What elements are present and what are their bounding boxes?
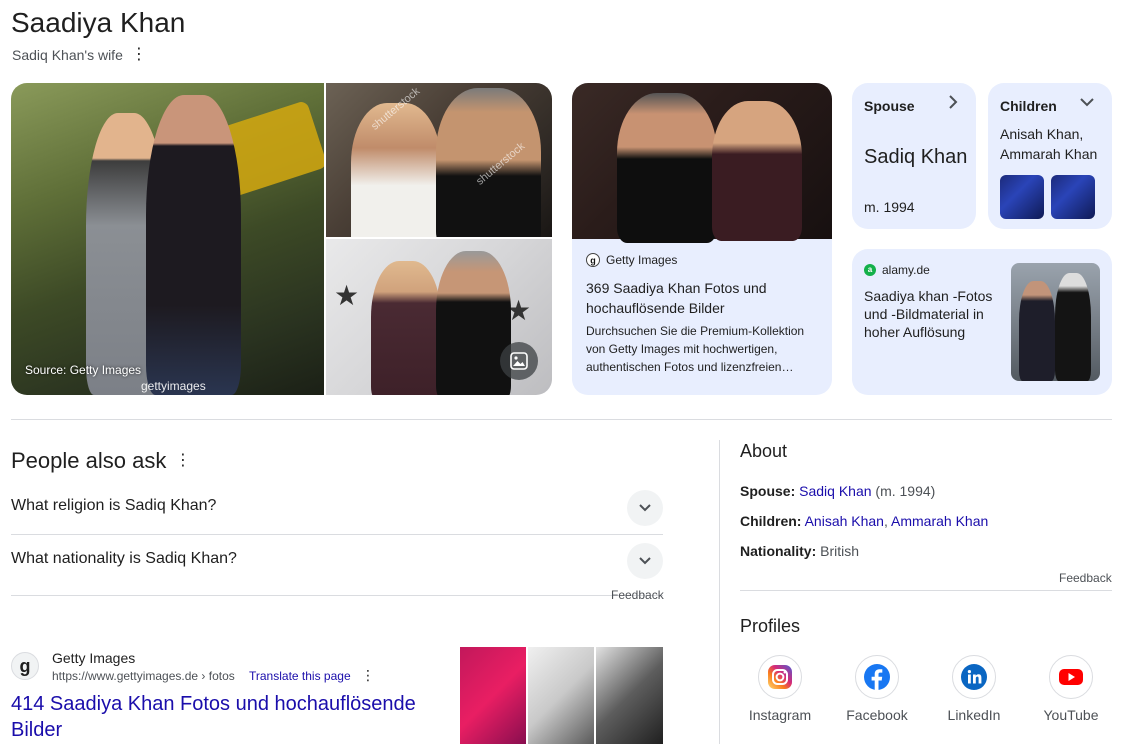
chevron-down-icon xyxy=(639,504,651,512)
person-figure xyxy=(371,261,441,395)
profile-youtube[interactable]: YouTube xyxy=(1031,655,1111,723)
about-child-link[interactable]: Anisah Khan xyxy=(805,513,884,529)
page-title: Saadiya Khan xyxy=(11,7,186,38)
spouse-heading: Spouse xyxy=(864,98,915,114)
alamy-source: a alamy.de xyxy=(864,263,930,277)
image-icon xyxy=(510,352,528,370)
getty-images-card[interactable]: g Getty Images 369 Saadiya Khan Fotos un… xyxy=(572,83,832,395)
about-feedback-link[interactable]: Feedback xyxy=(1059,571,1112,585)
person-figure xyxy=(351,103,441,237)
paa-feedback-link[interactable]: Feedback xyxy=(611,588,664,602)
profile-label: Facebook xyxy=(846,707,908,723)
result-thumbnail[interactable] xyxy=(528,647,594,744)
result-thumbnail[interactable] xyxy=(460,647,526,744)
expand-button[interactable] xyxy=(627,543,663,579)
about-children: Children: Anisah Khan, Ammarah Khan xyxy=(740,513,989,529)
getty-card-title[interactable]: 369 Saadiya Khan Fotos und hochauflösend… xyxy=(586,278,816,318)
profile-linkedin[interactable]: LinkedIn xyxy=(934,655,1014,723)
translate-link[interactable]: Translate this page xyxy=(249,669,351,683)
person-figure xyxy=(436,251,511,395)
about-spouse: Spouse: Sadiq Khan (m. 1994) xyxy=(740,483,935,499)
image-search-button[interactable] xyxy=(500,342,538,380)
person-figure xyxy=(436,88,541,237)
profile-label: LinkedIn xyxy=(947,707,1001,723)
chevron-down-icon xyxy=(639,557,651,565)
getty-source: g Getty Images xyxy=(586,253,677,267)
chevron-down-icon[interactable] xyxy=(1080,95,1094,113)
person-figure xyxy=(1019,281,1055,381)
alamy-card-title[interactable]: Saadiya khan -Fotos und -Bildmaterial in… xyxy=(864,287,1006,341)
expand-button[interactable] xyxy=(627,490,663,526)
result-thumbnail[interactable] xyxy=(596,647,663,744)
person-figure xyxy=(1055,273,1091,381)
spouse-name: Sadiq Khan xyxy=(864,146,968,168)
person-figure xyxy=(712,101,802,241)
getty-card-description: Durchsuchen Sie die Premium-Kollektion v… xyxy=(586,324,805,374)
paa-question-row[interactable]: What nationality is Sadiq Khan? xyxy=(11,535,663,596)
result-url[interactable]: https://www.gettyimages.de › fotos xyxy=(52,669,235,683)
section-divider xyxy=(11,419,1112,420)
chevron-right-icon xyxy=(947,95,959,114)
children-heading: Children xyxy=(1000,98,1057,114)
source-label: Source: Getty Images xyxy=(25,363,142,377)
getty-site-name: Getty Images xyxy=(606,253,678,267)
getty-favicon-icon: g xyxy=(586,253,600,267)
child-thumbnail[interactable] xyxy=(1051,175,1095,219)
about-child-link[interactable]: Ammarah Khan xyxy=(891,513,988,529)
youtube-icon xyxy=(1049,655,1093,699)
more-options-icon[interactable]: ⋮ xyxy=(131,44,147,63)
person-figure xyxy=(146,95,241,395)
linkedin-icon xyxy=(952,655,996,699)
child-thumbnail[interactable] xyxy=(1000,175,1044,219)
paa-question: What religion is Sadiq Khan? xyxy=(11,497,217,514)
more-options-icon[interactable]: ⋮ xyxy=(175,450,191,470)
getty-watermark: gettyimages xyxy=(141,379,206,393)
svg-text:g: g xyxy=(590,256,596,266)
about-divider xyxy=(740,590,1112,591)
instagram-icon xyxy=(758,655,802,699)
about-nationality-label: Nationality: xyxy=(740,543,817,559)
profile-label: Instagram xyxy=(748,707,812,723)
more-options-icon[interactable]: ⋮ xyxy=(361,667,375,684)
about-spouse-label: Spouse: xyxy=(740,483,796,499)
alamy-site-name: alamy.de xyxy=(882,263,930,277)
spouse-card[interactable]: Spouse Sadiq Khan m. 1994 xyxy=(852,83,976,229)
paa-question-row[interactable]: What religion is Sadiq Khan? xyxy=(11,482,663,535)
alamy-photo xyxy=(1011,263,1100,381)
marriage-year: m. 1994 xyxy=(864,199,915,215)
profile-instagram[interactable]: Instagram xyxy=(740,655,820,723)
people-also-ask-title: People also ask xyxy=(11,448,167,473)
about-children-label: Children: xyxy=(740,513,802,529)
getty-card-photo xyxy=(572,83,832,243)
about-nationality-value: British xyxy=(820,543,860,559)
getty-favicon-icon: g xyxy=(11,652,39,680)
alamy-favicon-icon: a xyxy=(864,264,876,276)
children-card[interactable]: Children Anisah Khan, Ammarah Khan xyxy=(988,83,1112,229)
alamy-card[interactable]: a alamy.de Saadiya khan -Fotos und -Bild… xyxy=(852,249,1112,395)
profile-label: YouTube xyxy=(1043,707,1099,723)
about-spouse-link[interactable]: Sadiq Khan xyxy=(799,483,871,499)
profiles-title: Profiles xyxy=(740,616,801,636)
facebook-icon xyxy=(855,655,899,699)
star-decoration-icon: ★ xyxy=(334,280,360,311)
about-nationality: Nationality: British xyxy=(740,543,859,559)
subtitle: Sadiq Khan's wife xyxy=(12,47,123,63)
about-title: About xyxy=(740,441,788,461)
children-names: Anisah Khan, Ammarah Khan xyxy=(1000,126,1098,162)
about-spouse-suffix: (m. 1994) xyxy=(875,483,936,499)
paa-question: What nationality is Sadiq Khan? xyxy=(11,550,237,567)
result-title-link[interactable]: 414 Saadiya Khan Fotos und hochauflösend… xyxy=(11,691,441,743)
column-divider xyxy=(719,440,720,744)
result-site-name[interactable]: Getty Images xyxy=(52,650,135,666)
photo-top-right[interactable]: shutterstock shutterstock xyxy=(326,83,552,237)
image-collage[interactable]: Source: Getty Images gettyimages shutter… xyxy=(11,83,552,395)
profile-facebook[interactable]: Facebook xyxy=(837,655,917,723)
person-figure xyxy=(617,93,717,243)
main-photo[interactable]: Source: Getty Images gettyimages xyxy=(11,83,324,395)
